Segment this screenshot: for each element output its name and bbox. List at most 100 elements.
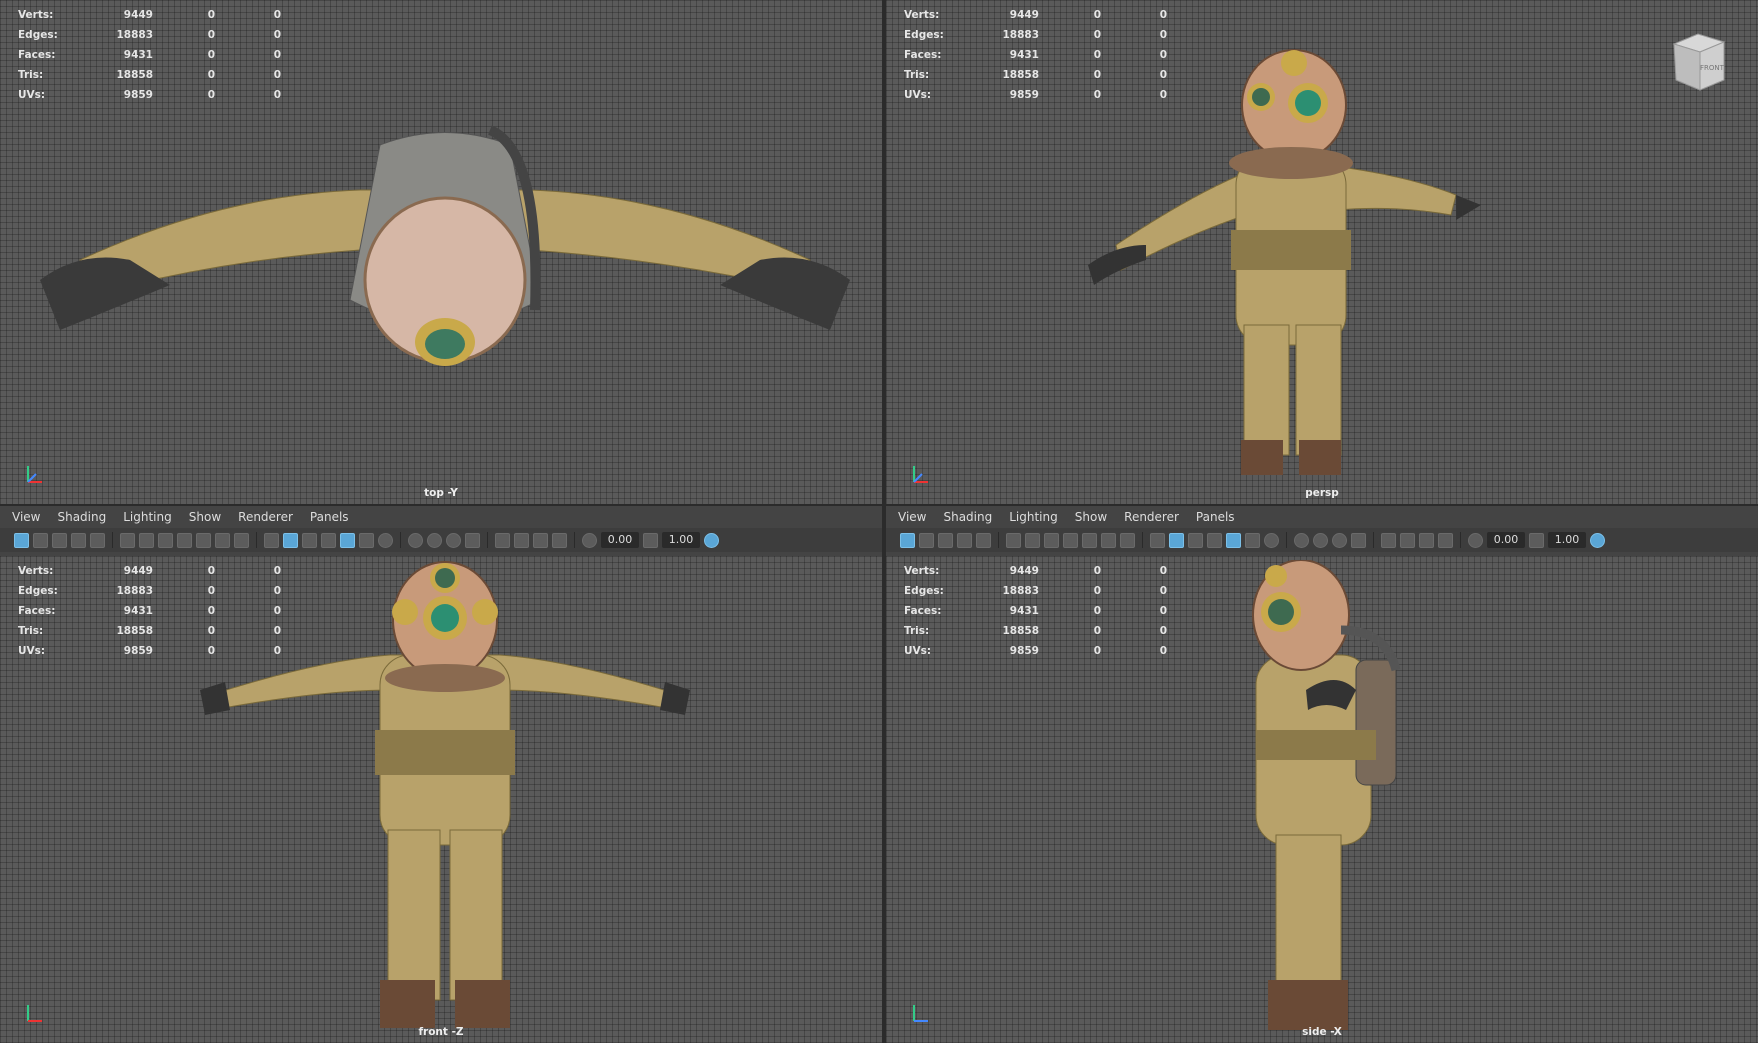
separator — [1142, 532, 1143, 548]
resolution-gate-icon[interactable] — [158, 532, 173, 548]
select-camera-icon[interactable] — [900, 532, 915, 548]
film-gate-icon[interactable] — [1025, 532, 1040, 548]
grid-icon[interactable] — [1006, 532, 1021, 548]
backface-culling-icon[interactable] — [552, 532, 567, 548]
shadows-icon[interactable] — [1264, 532, 1279, 548]
camera-label: side -X — [1302, 1026, 1342, 1038]
anti-aliasing-icon[interactable] — [446, 532, 461, 548]
exposure-icon[interactable] — [1468, 532, 1483, 548]
viewport-side[interactable]: Verts: 9449 0 0 Edges: 18883 0 0 Faces: 9431 0 0 … — [886, 556, 1758, 1043]
ambient-occlusion-icon[interactable] — [408, 532, 423, 548]
menu-shading[interactable]: Shading — [943, 510, 992, 524]
wireframe-on-shaded-icon[interactable] — [302, 532, 317, 548]
gamma-icon[interactable] — [1529, 532, 1544, 548]
safe-title-icon[interactable] — [234, 532, 249, 548]
viewport-front[interactable]: Verts: 9449 0 0 Edges: 18883 0 0 Faces: 9431 0 0 … — [0, 556, 882, 1043]
wireframe-icon[interactable] — [264, 532, 279, 548]
film-gate-icon[interactable] — [139, 532, 154, 548]
gamma-field[interactable]: 1.00 — [1548, 532, 1586, 548]
hud-row-tris: Tris: 18858 0 0 — [18, 69, 281, 81]
xray-icon[interactable] — [514, 532, 529, 548]
2d-pan-zoom-icon[interactable] — [90, 532, 105, 548]
separator — [998, 532, 999, 548]
hud-row-edges: Edges: 18883 0 0 — [18, 29, 281, 41]
default-material-icon[interactable] — [1207, 532, 1222, 548]
lights-icon[interactable] — [359, 532, 374, 548]
bookmark-icon[interactable] — [938, 532, 953, 548]
menu-panels[interactable]: Panels — [310, 510, 349, 524]
textured-icon[interactable] — [340, 532, 355, 548]
wireframe-icon[interactable] — [1150, 532, 1165, 548]
exposure-field[interactable]: 0.00 — [601, 532, 639, 548]
select-camera-icon[interactable] — [14, 532, 29, 548]
xray-icon[interactable] — [1400, 532, 1415, 548]
viewcube[interactable]: FRONT — [1668, 30, 1728, 92]
menu-shading[interactable]: Shading — [57, 510, 106, 524]
menu-renderer[interactable]: Renderer — [238, 510, 293, 524]
menu-show[interactable]: Show — [1075, 510, 1107, 524]
menu-lighting[interactable]: Lighting — [123, 510, 172, 524]
separator — [574, 532, 575, 548]
menu-view[interactable]: View — [12, 510, 40, 524]
panel-toolbar-front: View Shading Lighting Show Renderer Pane… — [0, 504, 882, 556]
camera-attributes-icon[interactable] — [33, 532, 48, 548]
exposure-icon[interactable] — [582, 532, 597, 548]
xray-joints-icon[interactable] — [533, 532, 548, 548]
motion-blur-icon[interactable] — [1313, 532, 1328, 548]
exposure-field[interactable]: 0.00 — [1487, 532, 1525, 548]
gamma-icon[interactable] — [643, 532, 658, 548]
menu-view[interactable]: View — [898, 510, 926, 524]
hud-row-verts: Verts: 9449 0 0 — [904, 9, 1167, 21]
isolate-select-icon[interactable] — [495, 532, 510, 548]
grid-icon[interactable] — [120, 532, 135, 548]
camera-attributes-icon[interactable] — [919, 532, 934, 548]
motion-blur-icon[interactable] — [427, 532, 442, 548]
xray-joints-icon[interactable] — [1419, 532, 1434, 548]
depth-of-field-icon[interactable] — [1351, 532, 1366, 548]
default-material-icon[interactable] — [321, 532, 336, 548]
menu-lighting[interactable]: Lighting — [1009, 510, 1058, 524]
wireframe-on-shaded-icon[interactable] — [1188, 532, 1203, 548]
lights-icon[interactable] — [1245, 532, 1260, 548]
poly-count-hud: Verts: 9449 0 0 Edges: 18883 0 0 Faces: 9431 0 0 … — [18, 5, 281, 105]
gate-mask-icon[interactable] — [177, 532, 192, 548]
hud-row-faces: Faces: 9431 0 0 — [904, 605, 1167, 617]
viewport-icon-toolbar: 0.00 1.00 — [886, 528, 1758, 552]
field-chart-icon[interactable] — [196, 532, 211, 548]
smooth-shade-icon[interactable] — [1169, 532, 1184, 548]
anti-aliasing-icon[interactable] — [1332, 532, 1347, 548]
menu-panels[interactable]: Panels — [1196, 510, 1235, 524]
gamma-field[interactable]: 1.00 — [662, 532, 700, 548]
bookmark-icon[interactable] — [52, 532, 67, 548]
safe-action-icon[interactable] — [215, 532, 230, 548]
depth-of-field-icon[interactable] — [465, 532, 480, 548]
2d-pan-zoom-icon[interactable] — [976, 532, 991, 548]
diver-model-front-view[interactable] — [200, 560, 690, 1035]
color-management-icon[interactable] — [1590, 532, 1605, 548]
image-plane-icon[interactable] — [957, 532, 972, 548]
diver-model-top-view[interactable] — [20, 110, 870, 390]
poly-count-hud: Verts: 9449 0 0 Edges: 18883 0 0 Faces: 9431 0 0 … — [904, 561, 1167, 661]
viewport-top[interactable]: Verts: 9449 0 0 Edges: 18883 0 0 Faces: 9431 0 0 … — [0, 0, 882, 504]
safe-action-icon[interactable] — [1101, 532, 1116, 548]
resolution-gate-icon[interactable] — [1044, 532, 1059, 548]
diver-model-persp-view[interactable] — [1086, 45, 1486, 485]
gate-mask-icon[interactable] — [1063, 532, 1078, 548]
shadows-icon[interactable] — [378, 532, 393, 548]
separator — [487, 532, 488, 548]
image-plane-icon[interactable] — [71, 532, 86, 548]
isolate-select-icon[interactable] — [1381, 532, 1396, 548]
menu-show[interactable]: Show — [189, 510, 221, 524]
menu-renderer[interactable]: Renderer — [1124, 510, 1179, 524]
smooth-shade-icon[interactable] — [283, 532, 298, 548]
hud-row-uvs: UVs: 9859 0 0 — [904, 645, 1167, 657]
diver-model-side-view[interactable] — [1246, 560, 1416, 1040]
safe-title-icon[interactable] — [1120, 532, 1135, 548]
color-management-icon[interactable] — [704, 532, 719, 548]
viewport-persp[interactable]: Verts: 9449 0 0 Edges: 18883 0 0 Faces: 9431 0 0 … — [886, 0, 1758, 504]
pane-divider[interactable] — [882, 0, 886, 1043]
backface-culling-icon[interactable] — [1438, 532, 1453, 548]
field-chart-icon[interactable] — [1082, 532, 1097, 548]
textured-icon[interactable] — [1226, 532, 1241, 548]
ambient-occlusion-icon[interactable] — [1294, 532, 1309, 548]
